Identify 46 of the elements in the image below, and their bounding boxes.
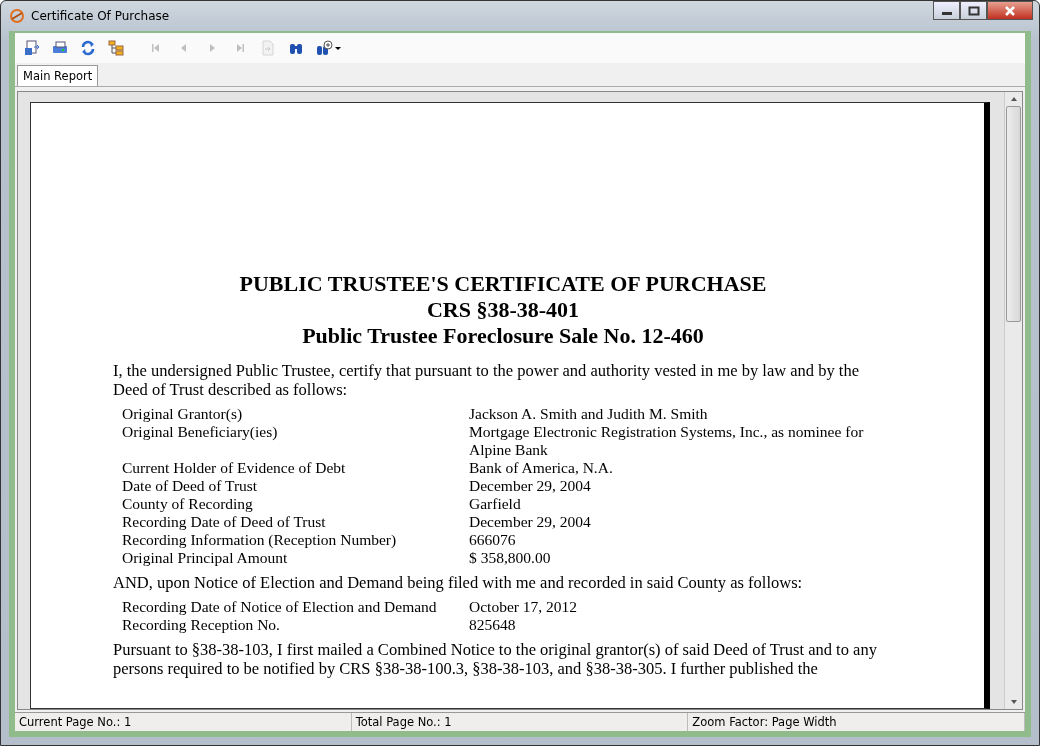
- intro-paragraph: I, the undersigned Public Trustee, certify that pursuant to the power and authority vested in me by law and by the Deed of Trust described as follows:: [113, 361, 860, 399]
- field-label: Date of Deed of Trust: [122, 477, 259, 495]
- field-value: Bank of America, N.A.: [469, 459, 614, 477]
- maximize-icon: [966, 5, 981, 16]
- maximize-button[interactable]: [960, 1, 987, 20]
- close-button[interactable]: [987, 1, 1033, 20]
- field-value: December 29, 2004: [469, 513, 592, 531]
- printer-icon: [52, 40, 68, 56]
- field-label: Current Holder of Evidence of Debt: [122, 459, 347, 477]
- tree-icon: [108, 40, 124, 56]
- export-icon: [24, 40, 40, 56]
- tree-button[interactable]: [105, 38, 127, 58]
- report-heading: CRS §38-38-401: [425, 297, 581, 323]
- field-label: Recording Date of Deed of Trust: [122, 513, 327, 531]
- status-text: Total Page No.: 1: [351, 713, 689, 731]
- field-value: Garfield: [469, 495, 522, 513]
- field-value: October 17, 2012: [469, 598, 579, 616]
- field-label: Recording Reception No.: [122, 616, 281, 634]
- field-label: Recording Information (Reception Number): [122, 531, 398, 549]
- page-arrow-icon: [260, 40, 276, 56]
- report-heading: PUBLIC TRUSTEE'S CERTIFICATE OF PURCHASE: [238, 271, 768, 297]
- minimize-button[interactable]: [933, 1, 960, 20]
- window-title: Certificate Of Purchase: [31, 9, 170, 23]
- field-value: 825648: [469, 616, 517, 634]
- field-value: Jackson A. Smith and Judith M. Smith: [469, 405, 709, 423]
- refresh-icon: [80, 40, 96, 56]
- field-label: Original Grantor(s): [122, 405, 244, 423]
- field-value: Mortgage Electronic Registration Systems, Inc., as nominee for Alpine Bank: [469, 423, 865, 459]
- zoom-icon: [316, 40, 342, 56]
- status-text: Zoom Factor: Page Width: [688, 713, 1025, 731]
- field-label: Recording Date of Notice of Election and Demand: [122, 598, 438, 616]
- field-value: 666076: [469, 531, 517, 549]
- minimize-icon: [941, 12, 952, 15]
- close-icon: [1003, 5, 1017, 16]
- field-value: $ 358,800.00: [469, 549, 552, 567]
- body-paragraph: Pursuant to §38-38-103, I first mailed a Combined Notice to the original grantor(s) of said Deed of Trust and to any persons required to be notified by CRS §38-38-100.3, §38-38-103, and §38-38-305. I further published the: [113, 640, 878, 678]
- notice-paragraph: AND, upon Notice of Election and Demand being filed with me and recorded in said County as follows:: [113, 573, 804, 592]
- report-heading: Public Trustee Foreclosure Sale No. 12-460: [301, 323, 705, 349]
- field-label: County of Recording: [122, 495, 254, 513]
- field-label: Original Beneficiary(ies): [122, 423, 279, 442]
- status-text: Current Page No.: 1: [15, 713, 352, 731]
- vertical-scrollbar[interactable]: [1004, 92, 1022, 709]
- report-tab[interactable]: Main Report: [17, 65, 99, 86]
- field-value: December 29, 2004: [469, 477, 592, 495]
- field-label: Original Principal Amount: [122, 549, 289, 567]
- app-logo-icon: [9, 8, 25, 24]
